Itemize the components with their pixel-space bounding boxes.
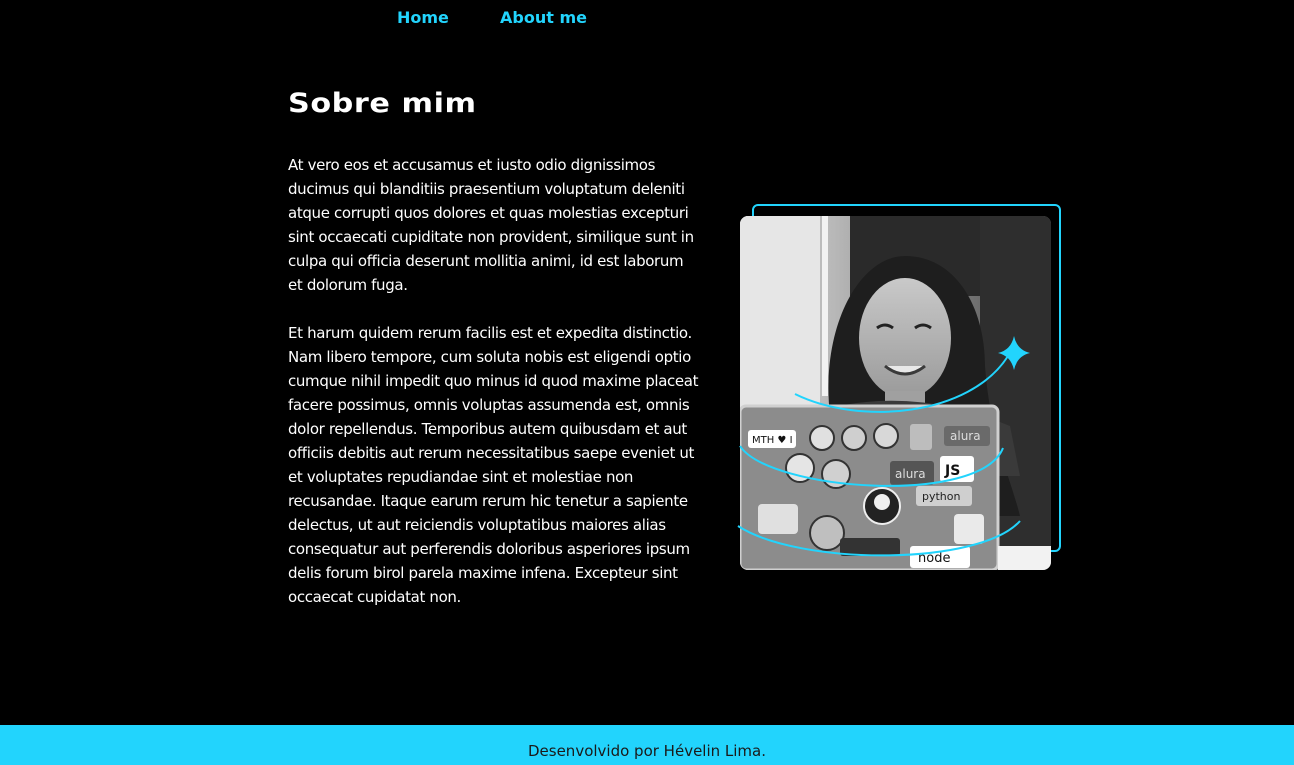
about-paragraph-2: Et harum quidem rerum facilis est et exp… bbox=[288, 324, 699, 606]
about-paragraph-1: At vero eos et accusamus et iusto odio d… bbox=[288, 156, 694, 294]
sticker-mth-label: MTH ♥ I bbox=[752, 435, 793, 446]
sticker-alura-label-1: alura bbox=[950, 429, 981, 443]
sticker-alura-label-2: alura bbox=[895, 467, 926, 481]
about-text: At vero eos et accusamus et iusto odio d… bbox=[288, 153, 700, 633]
page-title: Sobre mim bbox=[288, 88, 477, 119]
nav-link-about-me[interactable]: About me bbox=[500, 8, 587, 27]
footer-credit: Desenvolvido por Hévelin Lima. bbox=[527, 742, 766, 760]
profile-photo: MTH ♥ I alura alura JS python node bbox=[740, 216, 1051, 570]
page-footer: Desenvolvido por Hévelin Lima. bbox=[0, 725, 1294, 765]
nav-link-home[interactable]: Home bbox=[397, 8, 449, 27]
top-nav: Home About me bbox=[0, 0, 1294, 40]
sticker-js-label: JS bbox=[944, 463, 960, 479]
profile-photo-illustration: MTH ♥ I alura alura JS python node bbox=[740, 216, 1051, 570]
sticker-python-label: python bbox=[922, 490, 961, 503]
sticker-node-label: node bbox=[918, 551, 950, 566]
